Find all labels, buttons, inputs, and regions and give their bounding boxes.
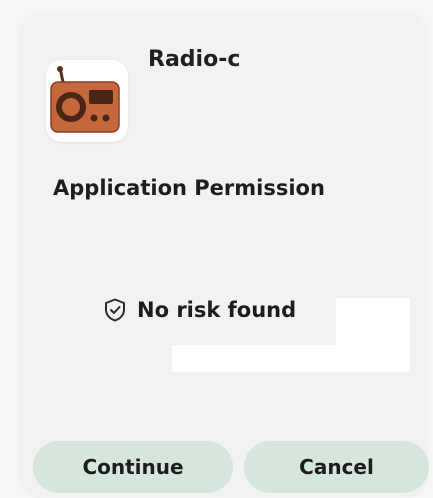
permission-dialog-screen: Radio-c Application Permission No risk f… [0, 0, 433, 498]
risk-status-label: No risk found [137, 298, 297, 322]
continue-button[interactable]: Continue [33, 441, 233, 493]
app-icon-tile [46, 60, 128, 142]
radio-icon [50, 66, 120, 133]
risk-status: No risk found [104, 298, 296, 322]
app-name: Radio-c [148, 47, 241, 72]
section-title: Application Permission [53, 176, 325, 200]
cancel-button[interactable]: Cancel [244, 441, 429, 493]
blank-region [172, 345, 410, 372]
shield-check-icon [105, 298, 125, 322]
